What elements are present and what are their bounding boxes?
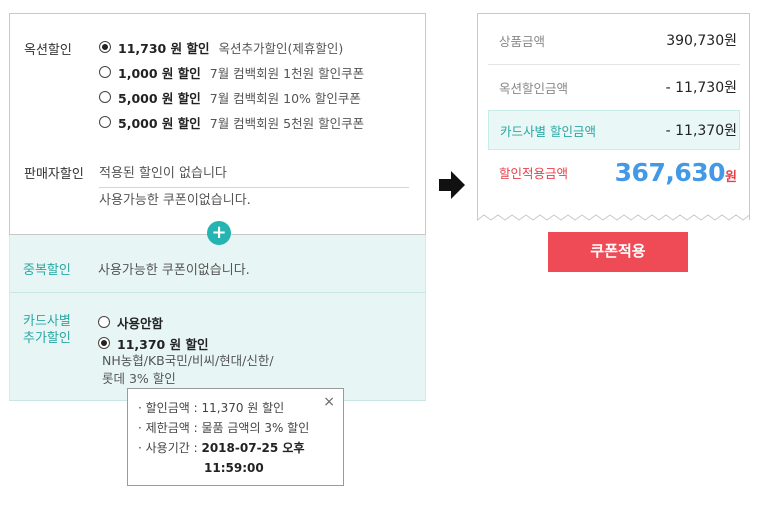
option-desc: 7월 컴백회원 1천원 할인쿠폰	[209, 65, 365, 81]
option-amount: 5,000 원 할인	[118, 115, 201, 131]
tooltip-value: 11,370 원 할인	[201, 401, 285, 415]
auction-option-1[interactable]: 11,730 원 할인 옥션추가할인(제휴할인)	[99, 38, 343, 56]
radio-empty-icon[interactable]	[99, 66, 111, 78]
option-label: 사용안함	[117, 315, 164, 331]
auction-option-2[interactable]: 1,000 원 할인 7월 컴백회원 1천원 할인쿠폰	[99, 63, 364, 81]
card-desc-line2: 롯데 3% 할인	[102, 371, 176, 386]
tooltip-row-time: 11:59:00	[138, 458, 343, 478]
discount-detail-tooltip: × · 할인금액 : 11,370 원 할인 · 제한금액 : 물품 금액의 3…	[127, 388, 344, 486]
auction-option-3[interactable]: 5,000 원 할인 7월 컴백회원 10% 할인쿠폰	[99, 88, 361, 106]
tooltip-row-limit: · 제한금액 : 물품 금액의 3% 할인	[138, 418, 343, 438]
final-price-value: 367,630원	[615, 158, 737, 187]
tooltip-row-period: · 사용기간 : 2018-07-25 오후	[138, 438, 343, 458]
apply-coupon-button[interactable]: 쿠폰적용	[548, 232, 688, 272]
tooltip-value: 2018-07-25 오후	[201, 441, 305, 455]
product-price-label: 상품금액	[499, 33, 546, 49]
close-icon[interactable]: ×	[323, 394, 335, 410]
auction-discount-label: 옥션할인	[24, 43, 72, 58]
plus-icon: +	[207, 221, 231, 245]
option-amount: 1,000 원 할인	[118, 65, 201, 81]
tooltip-value: 11:59:00	[204, 461, 264, 475]
option-label: 11,370 원 할인	[117, 336, 209, 352]
final-amount: 367,630	[614, 157, 726, 187]
product-price-row: 상품금액 390,730원	[478, 20, 749, 60]
card-discount-row: 카드사별 할인금액 - 11,370원	[488, 110, 740, 150]
product-price-value: 390,730원	[666, 33, 737, 49]
radio-selected-icon[interactable]	[99, 41, 111, 53]
price-summary: 상품금액 390,730원 옥션할인금액 - 11,730원 카드사별 할인금액…	[477, 13, 750, 220]
card-option-discount[interactable]: 11,370 원 할인	[98, 334, 217, 352]
final-price-label: 할인적용금액	[499, 165, 569, 181]
duplicate-discount-label: 중복할인	[23, 263, 71, 278]
option-desc: 7월 컴백회원 10% 할인쿠폰	[209, 90, 361, 106]
seller-coupon-status: 사용가능한 쿠폰이없습니다.	[99, 193, 251, 208]
auction-discount-amount-label: 옥션할인금액	[499, 80, 569, 96]
card-desc-line1: NH농협/KB국민/비씨/현대/신한/	[102, 353, 274, 368]
card-discount-section: 카드사별 추가할인 사용안함 11,370 원 할인 NH농협/KB국민/비씨/…	[9, 293, 426, 401]
tooltip-label: · 제한금액 :	[138, 421, 198, 435]
card-discount-desc: NH농협/KB국민/비씨/현대/신한/ 롯데 3% 할인	[102, 352, 322, 388]
auction-discount-row: 옥션할인금액 - 11,730원	[478, 67, 749, 107]
option-amount: 11,730 원 할인	[118, 40, 210, 56]
coupon-panel: 옥션할인 11,730 원 할인 옥션추가할인(제휴할인) 1,000 원 할인…	[9, 13, 426, 401]
final-price-row: 할인적용금액 367,630원	[478, 152, 749, 192]
card-option-none[interactable]: 사용안함	[98, 313, 172, 331]
auction-discount-amount-value: - 11,730원	[665, 80, 737, 96]
card-discount-amount-label: 카드사별 할인금액	[500, 123, 596, 139]
radio-selected-icon[interactable]	[98, 337, 110, 349]
option-desc: 옥션추가할인(제휴할인)	[218, 40, 344, 56]
option-amount: 5,000 원 할인	[118, 90, 201, 106]
radio-empty-icon[interactable]	[98, 316, 110, 328]
tooltip-row-amount: · 할인금액 : 11,370 원 할인	[138, 398, 343, 418]
final-unit: 원	[725, 169, 737, 185]
radio-empty-icon[interactable]	[99, 91, 111, 103]
radio-empty-icon[interactable]	[99, 116, 111, 128]
receipt-edge	[477, 214, 750, 222]
card-discount-amount-value: - 11,370원	[665, 123, 737, 139]
card-label-line2: 추가할인	[23, 331, 71, 346]
basic-discount-section: 옥션할인 11,730 원 할인 옥션추가할인(제휴할인) 1,000 원 할인…	[9, 13, 426, 235]
card-discount-label: 카드사별 추가할인	[23, 313, 71, 347]
auction-option-4[interactable]: 5,000 원 할인 7월 컴백회원 5천원 할인쿠폰	[99, 113, 364, 131]
seller-discount-value: 적용된 할인이 없습니다	[99, 162, 409, 188]
divider	[488, 64, 740, 65]
tooltip-label: · 할인금액 :	[138, 401, 198, 415]
arrow-right-icon	[439, 171, 465, 199]
tooltip-value: 물품 금액의 3% 할인	[201, 421, 310, 435]
card-label-line1: 카드사별	[23, 314, 71, 329]
seller-discount-label: 판매자할인	[24, 167, 84, 182]
option-desc: 7월 컴백회원 5천원 할인쿠폰	[209, 115, 365, 131]
duplicate-discount-value: 사용가능한 쿠폰이없습니다.	[98, 263, 250, 278]
tooltip-label: · 사용기간 :	[138, 441, 198, 455]
